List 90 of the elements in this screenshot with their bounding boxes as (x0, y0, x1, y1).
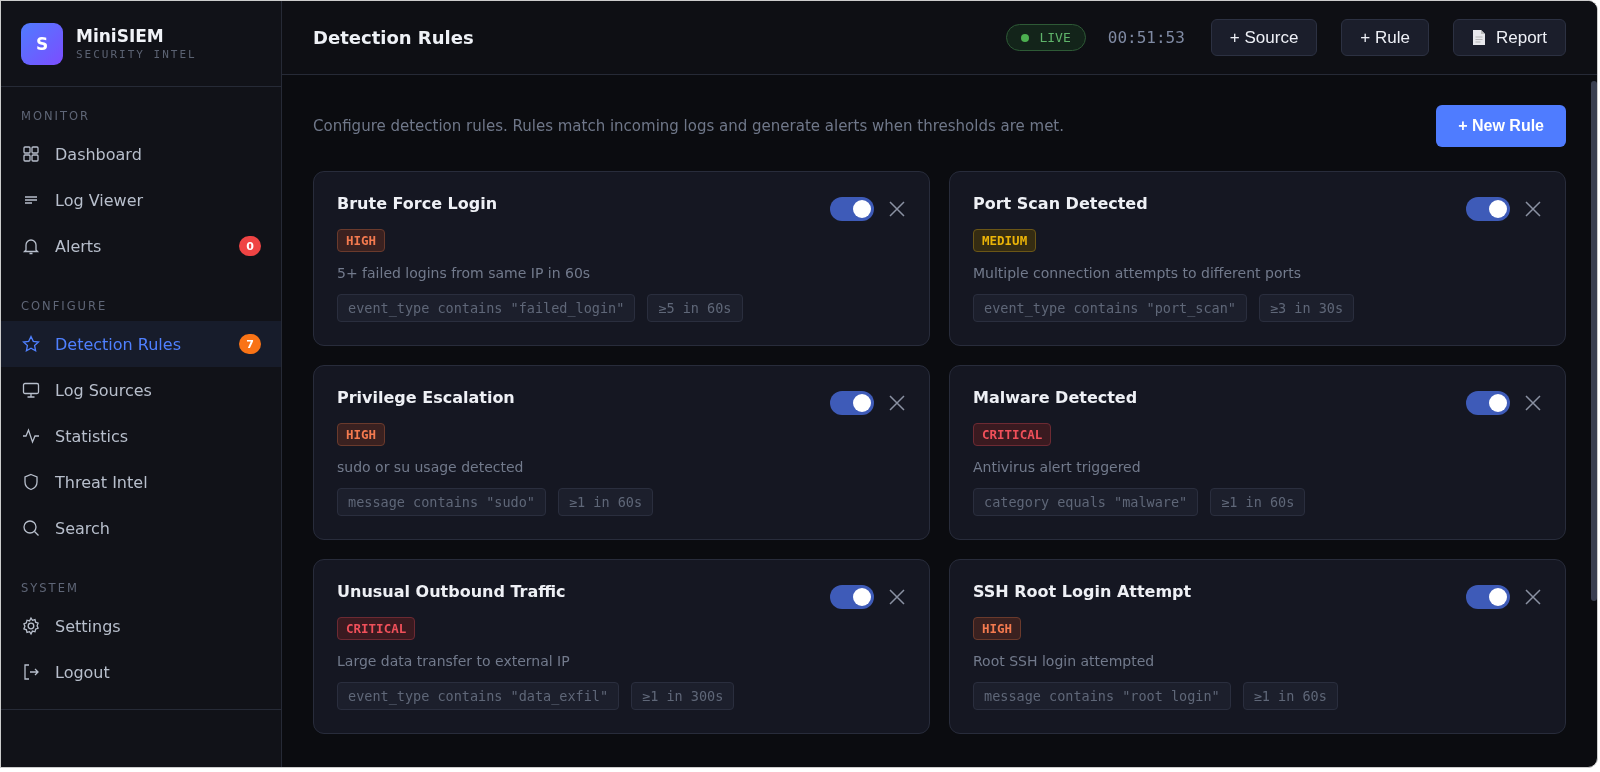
rule-name: Brute Force Login (337, 194, 498, 213)
nav-item[interactable]: Log Sources (1, 367, 281, 413)
pulse-icon (21, 426, 41, 446)
severity-tag: HIGH (337, 423, 386, 446)
header-button[interactable]: Report (1452, 19, 1566, 56)
close-icon[interactable] (888, 200, 906, 218)
new-rule-button[interactable]: + New Rule (1436, 105, 1566, 147)
condition-tag: message contains "sudo" (337, 488, 546, 516)
threshold-tag: ≥1 in 300s (631, 682, 735, 710)
rule-name: Privilege Escalation (337, 388, 515, 407)
monitor-icon (21, 380, 41, 400)
intro-text: Configure detection rules. Rules match incoming logs and generate alerts when thresholds are met. (313, 117, 1064, 135)
toggle-switch[interactable] (1466, 585, 1510, 609)
severity-tag: HIGH (337, 229, 386, 252)
nav-label: Search (55, 518, 111, 538)
toggle-switch[interactable] (1466, 391, 1510, 415)
close-icon[interactable] (888, 588, 906, 606)
severity-tag: CRITICAL (337, 617, 416, 640)
grid-icon (21, 144, 41, 164)
live-label: LIVE (1039, 30, 1071, 45)
header-button[interactable]: + Rule (1341, 19, 1429, 56)
rule-name: Port Scan Detected (973, 194, 1148, 213)
rule-description: 5+ failed logins from same IP in 60s (337, 265, 591, 281)
nav-item[interactable]: Dashboard (1, 131, 281, 177)
nav-item[interactable]: Settings (1, 603, 281, 649)
toggle-switch[interactable] (830, 391, 874, 415)
rule-name: Unusual Outbound Traffic (337, 582, 566, 601)
count-badge: 0 (239, 236, 261, 256)
nav-label: Logout (55, 662, 111, 682)
app-tagline: SECURITY INTEL (76, 48, 197, 61)
page-title: Detection Rules (313, 27, 475, 48)
section-heading: SYSTEM (20, 581, 80, 597)
count-badge: 7 (239, 334, 261, 354)
rule-name: Malware Detected (973, 388, 1138, 407)
document-icon (1471, 29, 1486, 46)
condition-tag: event_type contains "failed_login" (337, 294, 636, 322)
condition-tag: category equals "malware" (973, 488, 1199, 516)
nav-label: Log Viewer (55, 190, 145, 210)
condition-tag: message contains "root login" (973, 682, 1231, 710)
severity-tag: CRITICAL (973, 423, 1052, 446)
nav-item[interactable]: Logout (1, 649, 281, 695)
severity-tag: HIGH (973, 617, 1022, 640)
close-icon[interactable] (1524, 200, 1542, 218)
nav-label: Statistics (55, 426, 130, 446)
clock-time: 00:51:53 (1107, 28, 1185, 47)
close-icon[interactable] (888, 394, 906, 412)
star-icon (21, 334, 41, 354)
condition-tag: event_type contains "data_exfil" (337, 682, 620, 710)
nav-label: Dashboard (55, 144, 143, 164)
section-heading: CONFIGURE (20, 299, 109, 315)
app-name: MiniSIEM (76, 26, 165, 46)
logo-icon: S (21, 22, 63, 65)
threshold-tag: ≥1 in 60s (1242, 682, 1338, 710)
nav-label: Threat Intel (55, 472, 149, 492)
rule-description: Root SSH login attempted (973, 653, 1155, 669)
nav-item[interactable]: Log Viewer (1, 177, 281, 223)
threshold-tag: ≥1 in 60s (557, 488, 654, 516)
shield-icon (21, 472, 41, 492)
nav-item[interactable]: Statistics (1, 413, 281, 459)
settings-icon (21, 616, 41, 636)
condition-tag: event_type contains "port_scan" (973, 294, 1247, 322)
nav-item[interactable]: Alerts 0 (1, 223, 281, 269)
severity-tag: MEDIUM (973, 229, 1037, 252)
nav-label: Detection Rules (55, 334, 182, 354)
header-button[interactable]: + Source (1210, 19, 1318, 56)
nav-label: Settings (55, 616, 122, 636)
toggle-switch[interactable] (1466, 197, 1510, 221)
threshold-tag: ≥5 in 60s (647, 294, 743, 322)
scrollbar[interactable] (1591, 81, 1597, 601)
status-dot-icon (1021, 33, 1030, 42)
section-heading: MONITOR (20, 109, 92, 125)
toggle-switch[interactable] (830, 585, 874, 609)
rule-name: SSH Root Login Attempt (973, 582, 1192, 601)
search-icon (21, 518, 41, 538)
nav-item[interactable]: Search (1, 505, 281, 551)
rule-description: Antivirus alert triggered (973, 459, 1141, 475)
rule-description: Multiple connection attempts to different ports (973, 265, 1301, 281)
rule-description: Large data transfer to external IP (337, 653, 570, 669)
rule-description: sudo or su usage detected (337, 459, 524, 475)
nav-item[interactable]: Threat Intel (1, 459, 281, 505)
threshold-tag: ≥1 in 60s (1210, 488, 1306, 516)
nav-label: Log Sources (55, 380, 153, 400)
nav-label: Alerts (55, 236, 103, 256)
nav-item[interactable]: Detection Rules 7 (1, 321, 281, 367)
logout-icon (21, 662, 41, 682)
close-icon[interactable] (1524, 394, 1542, 412)
threshold-tag: ≥3 in 30s (1258, 294, 1355, 322)
bell-icon (21, 236, 41, 256)
toggle-switch[interactable] (830, 197, 874, 221)
close-icon[interactable] (1524, 588, 1542, 606)
